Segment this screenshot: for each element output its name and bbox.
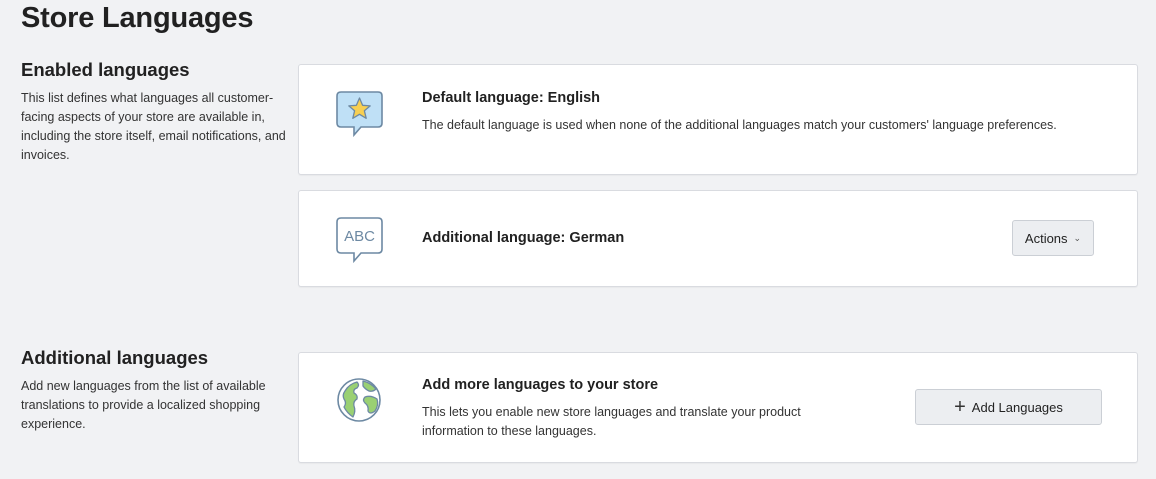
default-language-description: The default language is used when none o…: [422, 118, 1057, 132]
additional-languages-heading: Additional languages: [21, 347, 209, 368]
additional-language-title: Additional language: German: [422, 230, 625, 246]
abc-icon-text: ABC: [344, 228, 375, 245]
plus-icon: +: [954, 396, 966, 418]
speech-bubble-star-icon: [335, 89, 385, 144]
speech-bubble-abc-icon: ABC: [335, 215, 385, 270]
enabled-languages-heading: Enabled languages: [21, 59, 190, 80]
actions-button-label: Actions: [1024, 230, 1068, 246]
add-languages-description: This lets you enable new store languages…: [422, 405, 801, 438]
default-language-card: Default language: English The default la…: [298, 64, 1138, 175]
additional-languages-description: Add new languages from the list of avail…: [21, 379, 266, 431]
add-languages-button[interactable]: + Add Languages: [915, 389, 1102, 425]
actions-dropdown-button[interactable]: Actions ⌄: [1012, 220, 1094, 256]
add-languages-card: Add more languages to your store This le…: [298, 352, 1138, 463]
additional-language-card: ABC Additional language: German Actions …: [298, 190, 1138, 287]
page-title: Store Languages: [21, 2, 254, 34]
enabled-languages-description: This list defines what languages all cus…: [21, 91, 286, 162]
globe-icon: [335, 375, 385, 430]
add-languages-title: Add more languages to your store: [422, 377, 659, 393]
default-language-title: Default language: English: [422, 90, 601, 106]
chevron-down-icon: ⌄: [1073, 232, 1082, 243]
add-languages-button-label: Add Languages: [971, 399, 1063, 415]
